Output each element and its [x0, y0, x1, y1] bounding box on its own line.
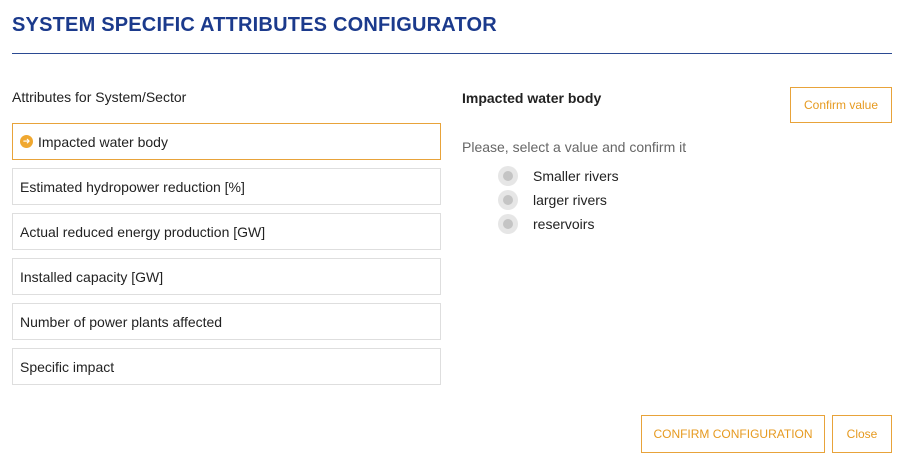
attribute-item-installed-capacity[interactable]: Installed capacity [GW]: [12, 258, 441, 295]
radio-button[interactable]: [498, 214, 518, 234]
attribute-item-label: Number of power plants affected: [20, 313, 223, 330]
attribute-item-reduced-energy-production[interactable]: Actual reduced energy production [GW]: [12, 213, 441, 250]
attribute-item-impacted-water-body[interactable]: ➜ Impacted water body: [12, 123, 441, 160]
radio-button[interactable]: [498, 190, 518, 210]
attribute-item-hydropower-reduction[interactable]: Estimated hydropower reduction [%]: [12, 168, 441, 205]
page-title: SYSTEM SPECIFIC ATTRIBUTES CONFIGURATOR: [12, 14, 497, 36]
attribute-item-label: Actual reduced energy production [GW]: [20, 223, 266, 240]
radio-button[interactable]: [498, 166, 518, 186]
attributes-heading: Attributes for System/Sector: [12, 89, 187, 105]
attribute-item-power-plants-affected[interactable]: Number of power plants affected: [12, 303, 441, 340]
selection-prompt: Please, select a value and confirm it: [462, 139, 687, 155]
title-divider: [12, 53, 892, 54]
attribute-item-label: Specific impact: [20, 358, 115, 375]
radio-option-smaller-rivers[interactable]: Smaller rivers: [498, 164, 619, 188]
attributes-list: ➜ Impacted water body Estimated hydropow…: [12, 123, 441, 393]
confirm-configuration-button[interactable]: CONFIRM CONFIGURATION: [641, 415, 825, 453]
confirm-value-button[interactable]: Confirm value: [790, 87, 892, 123]
arrow-right-circle-icon: ➜: [20, 135, 33, 148]
attribute-item-label: Installed capacity [GW]: [20, 268, 164, 285]
radio-option-larger-rivers[interactable]: larger rivers: [498, 188, 619, 212]
radio-option-label: Smaller rivers: [533, 168, 619, 184]
water-body-radio-group: Smaller rivers larger rivers reservoirs: [498, 164, 619, 236]
radio-option-label: reservoirs: [533, 216, 595, 232]
attribute-item-label: Impacted water body: [38, 133, 168, 150]
attribute-item-specific-impact[interactable]: Specific impact: [12, 348, 441, 385]
radio-option-reservoirs[interactable]: reservoirs: [498, 212, 619, 236]
detail-heading: Impacted water body: [462, 90, 602, 106]
radio-option-label: larger rivers: [533, 192, 607, 208]
attribute-item-label: Estimated hydropower reduction [%]: [20, 178, 245, 195]
close-button[interactable]: Close: [832, 415, 892, 453]
